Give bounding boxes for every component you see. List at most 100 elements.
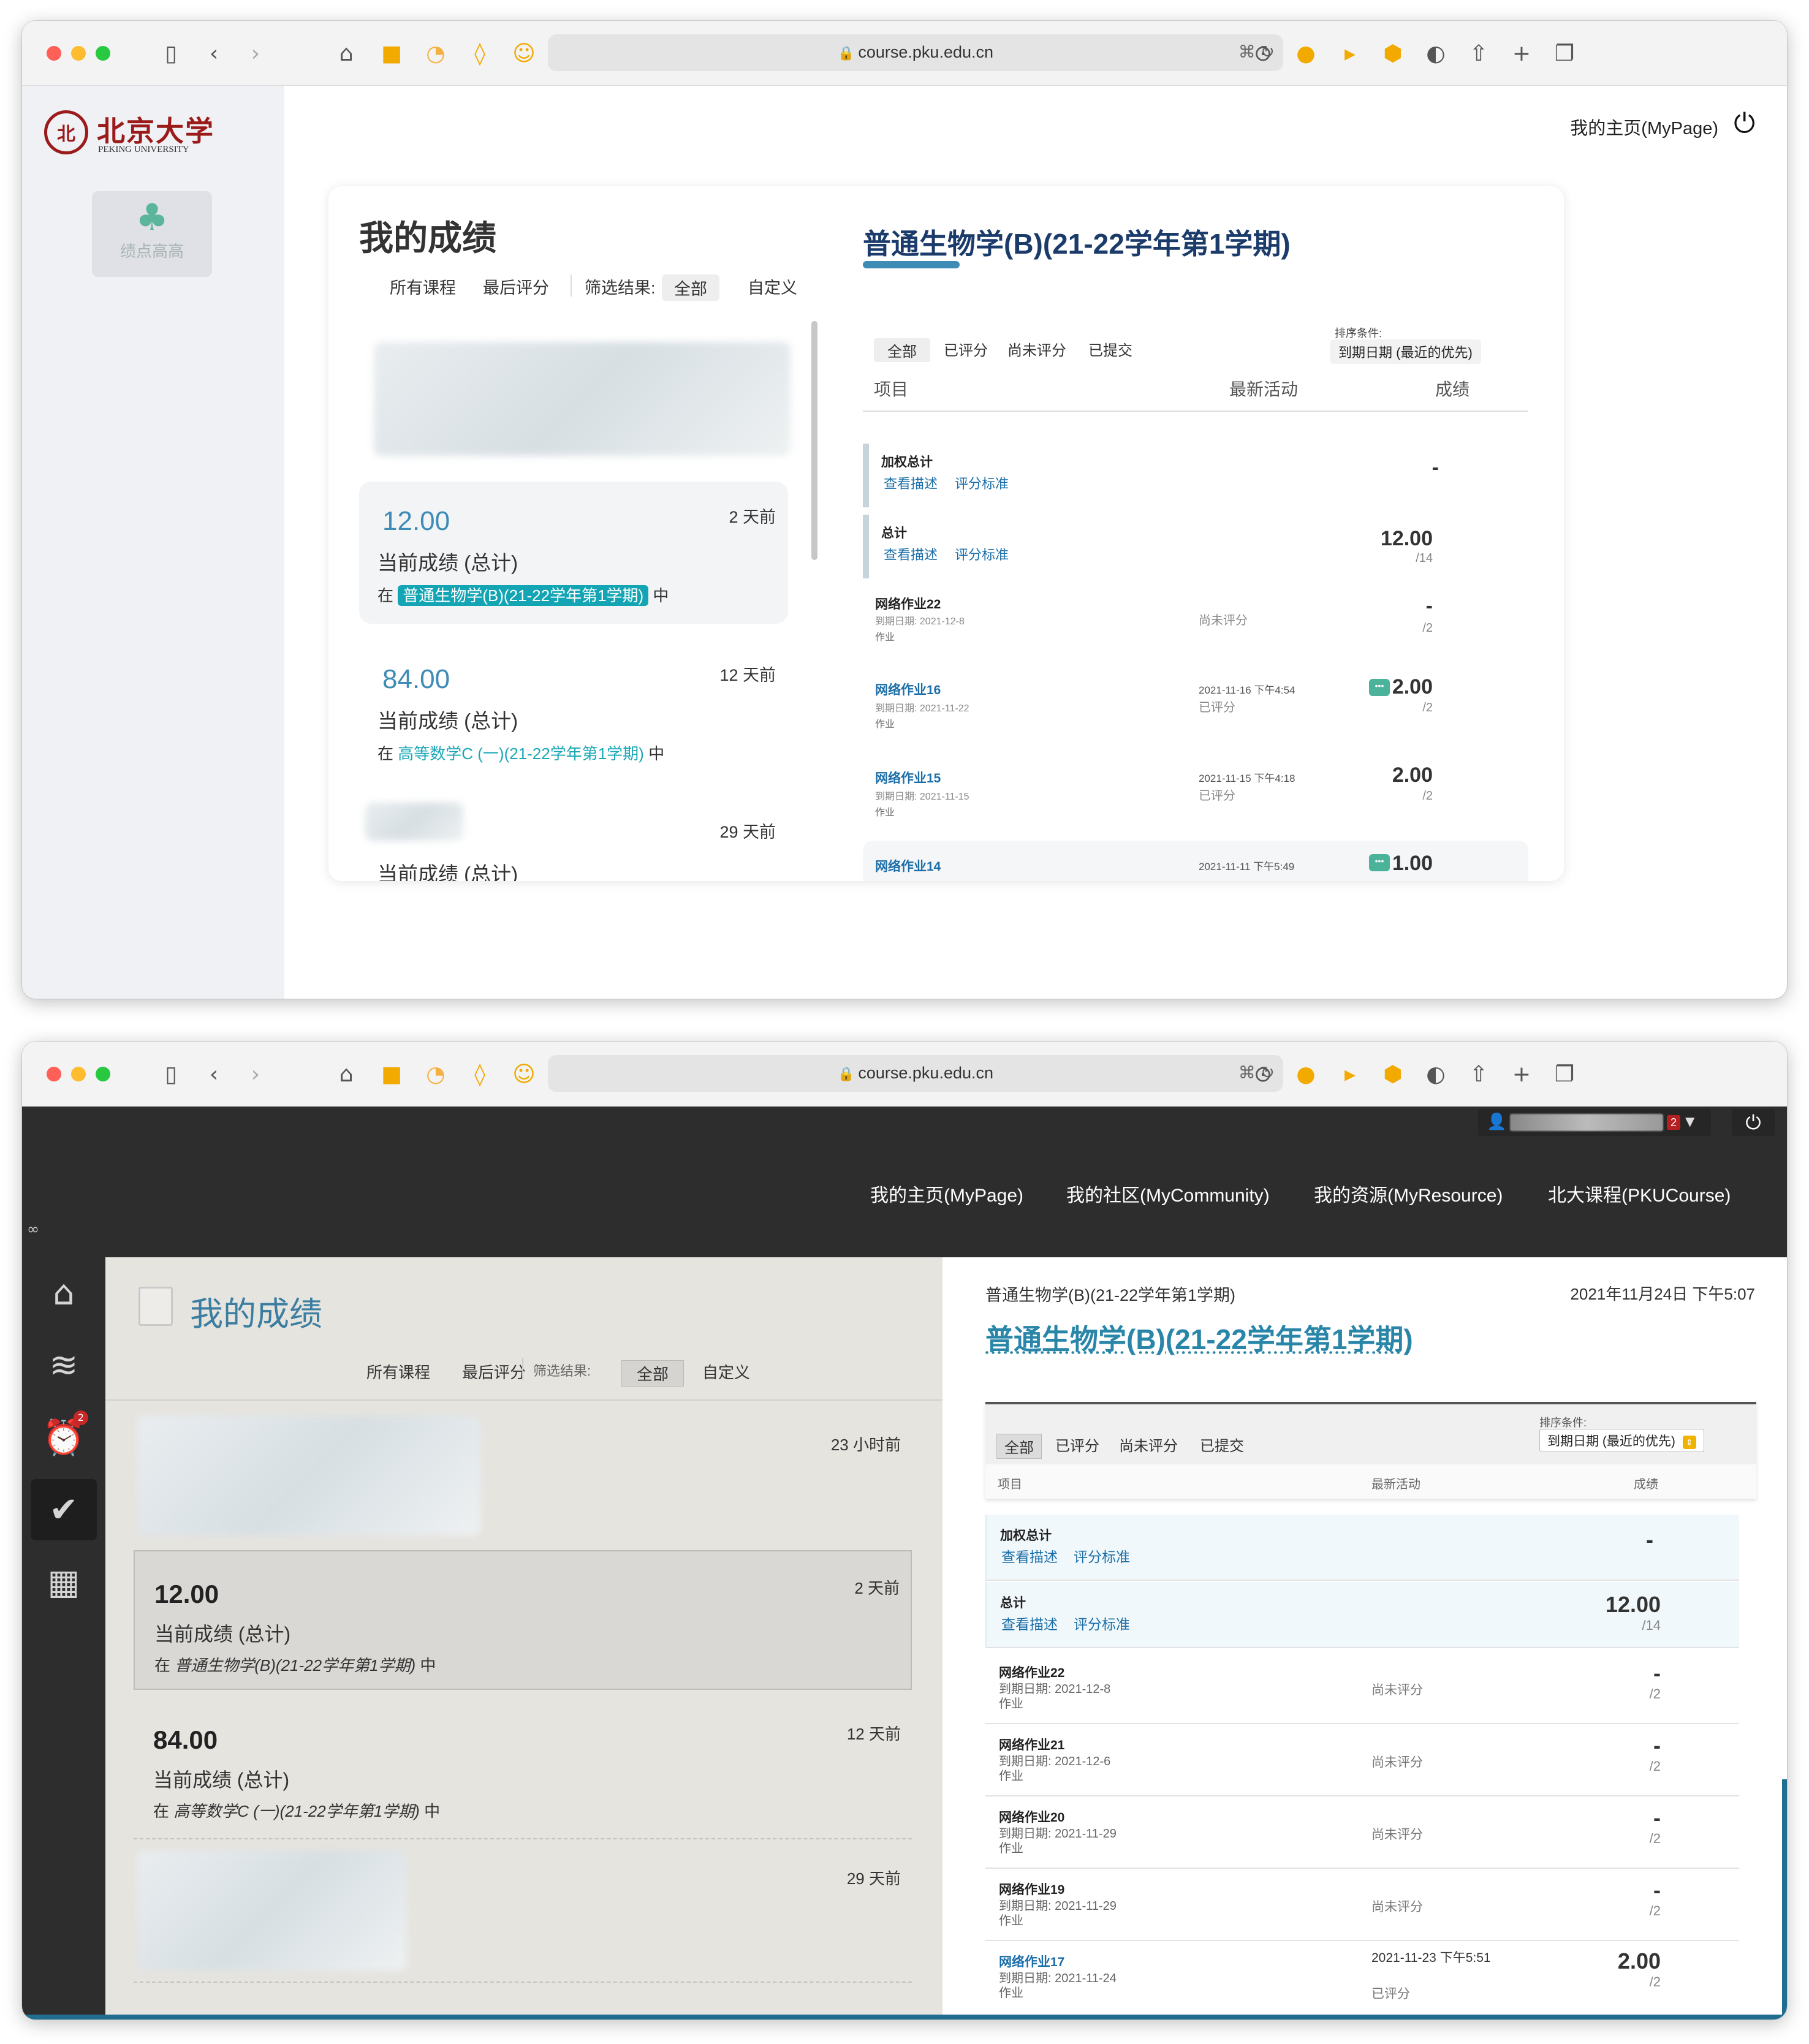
- home-icon[interactable]: ⌂: [331, 38, 362, 69]
- download-icon[interactable]: ⊙: [1248, 1059, 1278, 1089]
- university-logo[interactable]: 北 北京大学 PEKING UNIVERSITY: [44, 108, 240, 159]
- minimize-window-button[interactable]: [71, 46, 86, 61]
- half-shield-icon[interactable]: ◐: [1420, 1059, 1451, 1089]
- user-menu[interactable]: 👤 2 ▼: [1478, 1109, 1711, 1136]
- flame-icon[interactable]: ●: [1291, 1059, 1321, 1089]
- link-icon[interactable]: ∞: [27, 1221, 39, 1238]
- filter-last-graded[interactable]: 最后评分: [462, 1360, 526, 1383]
- avatar-icon[interactable]: ☺: [509, 38, 539, 69]
- tab-graded[interactable]: 已评分: [1055, 1434, 1099, 1455]
- stream-icon[interactable]: ≋: [31, 1334, 97, 1396]
- grade-item[interactable]: 84.00 12 天前 当前成绩 (总计) 在 高等数学C (一)(21-22学…: [359, 640, 788, 782]
- arrow-icon[interactable]: ▸: [1335, 1059, 1365, 1089]
- close-window-button[interactable]: [47, 1067, 61, 1081]
- chevron-down-icon[interactable]: ▼: [1685, 1114, 1694, 1129]
- avatar-icon[interactable]: ☺: [509, 1059, 539, 1089]
- filter-all-courses[interactable]: 所有课程: [390, 274, 456, 298]
- half-shield-icon[interactable]: ◐: [1420, 38, 1451, 69]
- filter-custom[interactable]: 自定义: [702, 1360, 750, 1383]
- grade-row[interactable]: 网络作业22 到期日期: 2021-12-8 作业 尚未评分 - /2: [863, 587, 1528, 661]
- filter-all-courses[interactable]: 所有课程: [366, 1360, 430, 1383]
- grade-row[interactable]: 网络作业20 到期日期: 2021-11-29 作业 尚未评分 - /2: [985, 1796, 1739, 1869]
- share-icon[interactable]: ⇧: [1463, 1059, 1494, 1089]
- grade-row[interactable]: 网络作业15 到期日期: 2021-11-15 作业 2021-11-15 下午…: [863, 760, 1528, 839]
- filter-all[interactable]: 全部: [621, 1360, 685, 1387]
- grade-item-selected[interactable]: 12.00 2 天前 当前成绩 (总计) 在 普通生物学(B)(21-22学年第…: [359, 482, 788, 624]
- grade-item[interactable]: 29 天前 当前成绩 (总计): [359, 797, 788, 881]
- zoom-window-button[interactable]: [96, 46, 110, 61]
- power-icon[interactable]: ⏻: [1734, 108, 1755, 139]
- filter-last-graded[interactable]: 最后评分: [483, 274, 549, 298]
- power-icon[interactable]: ⏻: [1732, 1109, 1775, 1136]
- share-icon[interactable]: ⇧: [1463, 38, 1494, 69]
- download-icon[interactable]: ⊙: [1248, 38, 1278, 69]
- filter-custom[interactable]: 自定义: [748, 274, 797, 298]
- tab-all[interactable]: 全部: [996, 1434, 1042, 1459]
- rubric-link[interactable]: 评分标准: [955, 544, 1009, 564]
- grade-row[interactable]: 网络作业19 到期日期: 2021-11-29 作业 尚未评分 - /2: [985, 1869, 1739, 1941]
- grade-item-selected[interactable]: 12.00 2 天前 当前成绩 (总计) 在 普通生物学(B)(21-22学年第…: [134, 1550, 912, 1690]
- sidebar-icon[interactable]: ▯: [156, 38, 186, 69]
- grade-item[interactable]: 29 天前: [134, 1844, 912, 1979]
- minimize-window-button[interactable]: [71, 1067, 86, 1081]
- grade-item[interactable]: 23 小时前: [134, 1409, 912, 1544]
- nav-mycommunity[interactable]: 我的社区(MyCommunity): [1066, 1180, 1270, 1207]
- shield-icon[interactable]: ◊: [465, 1059, 495, 1089]
- forward-icon[interactable]: ›: [240, 1059, 271, 1089]
- new-tab-icon[interactable]: +: [1506, 38, 1537, 69]
- forward-icon[interactable]: ›: [240, 38, 271, 69]
- row-name[interactable]: 网络作业15: [875, 768, 941, 787]
- nav-pkucourse[interactable]: 北大课程(PKUCourse): [1548, 1180, 1731, 1207]
- scrollbar[interactable]: [811, 321, 817, 560]
- grade-row[interactable]: 网络作业17 到期日期: 2021-11-24 作业 2021-11-23 下午…: [985, 1941, 1739, 2015]
- view-description-link[interactable]: 查看描述: [1001, 1545, 1058, 1566]
- rss-icon[interactable]: ◔: [420, 1059, 451, 1089]
- tab-ungraded[interactable]: 尚未评分: [1119, 1434, 1178, 1455]
- sort-select[interactable]: 到期日期 (最近的优先): [1330, 339, 1481, 364]
- grade-row[interactable]: 网络作业21 到期日期: 2021-12-6 作业 尚未评分 - /2: [985, 1724, 1739, 1796]
- rss-icon[interactable]: ◔: [420, 38, 451, 69]
- filter-all[interactable]: 全部: [662, 274, 719, 301]
- new-tab-icon[interactable]: +: [1506, 1059, 1537, 1089]
- shield-icon[interactable]: ◊: [465, 38, 495, 69]
- tab-submitted[interactable]: 已提交: [1088, 338, 1132, 360]
- sort-select[interactable]: 到期日期 (最近的优先) ⇕: [1539, 1429, 1704, 1452]
- alarm-clock-icon[interactable]: ⏰ 2: [31, 1407, 97, 1468]
- grade-row[interactable]: 网络作业22 到期日期: 2021-12-8 作业 尚未评分 - /2: [985, 1652, 1739, 1724]
- tab-ungraded[interactable]: 尚未评分: [1007, 338, 1066, 360]
- rubric-link[interactable]: 评分标准: [1074, 1613, 1130, 1633]
- course-title[interactable]: 普通生物学(B)(21-22学年第1学期): [985, 1317, 1413, 1358]
- feedback-icon[interactable]: •••: [1369, 854, 1390, 871]
- address-bar[interactable]: 🔒 course.pku.edu.cn ⌘ ↻: [548, 1055, 1283, 1092]
- grade-item[interactable]: 84.00 12 天前 当前成绩 (总计) 在 高等数学C (一)(21-22学…: [134, 1697, 912, 1836]
- course-link[interactable]: 普通生物学(B)(21-22学年第1学期): [175, 1656, 415, 1675]
- extension-icon[interactable]: ■: [376, 38, 407, 69]
- course-link[interactable]: 高等数学C (一)(21-22学年第1学期): [398, 744, 644, 763]
- grade-row[interactable]: 网络作业14 2021-11-11 下午5:49 ••• 1.00: [863, 841, 1528, 881]
- tab-submitted[interactable]: 已提交: [1200, 1434, 1244, 1455]
- tabs-icon[interactable]: ❐: [1549, 38, 1580, 69]
- calendar-icon[interactable]: ▦: [31, 1551, 97, 1613]
- tab-graded[interactable]: 已评分: [944, 338, 988, 360]
- grades-icon[interactable]: ✔: [31, 1479, 97, 1540]
- zoom-window-button[interactable]: [96, 1067, 110, 1081]
- gpa-button[interactable]: ♣ 绩点高高: [92, 191, 212, 277]
- row-name[interactable]: 网络作业14: [875, 857, 941, 875]
- flame-icon[interactable]: ●: [1291, 38, 1321, 69]
- grade-row[interactable]: 网络作业16 到期日期: 2021-11-22 作业 2021-11-16 下午…: [863, 672, 1528, 751]
- hexagon-icon[interactable]: ⬢: [1378, 1059, 1408, 1089]
- view-description-link[interactable]: 查看描述: [884, 473, 938, 493]
- row-name[interactable]: 网络作业16: [875, 680, 941, 698]
- feedback-icon[interactable]: •••: [1369, 679, 1390, 696]
- address-bar[interactable]: 🔒 course.pku.edu.cn ⌘ ↻: [548, 34, 1283, 71]
- rubric-link[interactable]: 评分标准: [955, 473, 1009, 493]
- sidebar-icon[interactable]: ▯: [156, 1059, 186, 1089]
- tabs-icon[interactable]: ❐: [1549, 1059, 1580, 1089]
- view-description-link[interactable]: 查看描述: [884, 544, 938, 564]
- tab-all[interactable]: 全部: [874, 338, 930, 362]
- course-link[interactable]: 高等数学C (一)(21-22学年第1学期): [173, 1802, 420, 1820]
- close-window-button[interactable]: [47, 46, 61, 61]
- blackboard-home-icon[interactable]: ⌂: [31, 1262, 97, 1323]
- hexagon-icon[interactable]: ⬢: [1378, 38, 1408, 69]
- nav-mypage[interactable]: 我的主页(MyPage): [870, 1180, 1023, 1207]
